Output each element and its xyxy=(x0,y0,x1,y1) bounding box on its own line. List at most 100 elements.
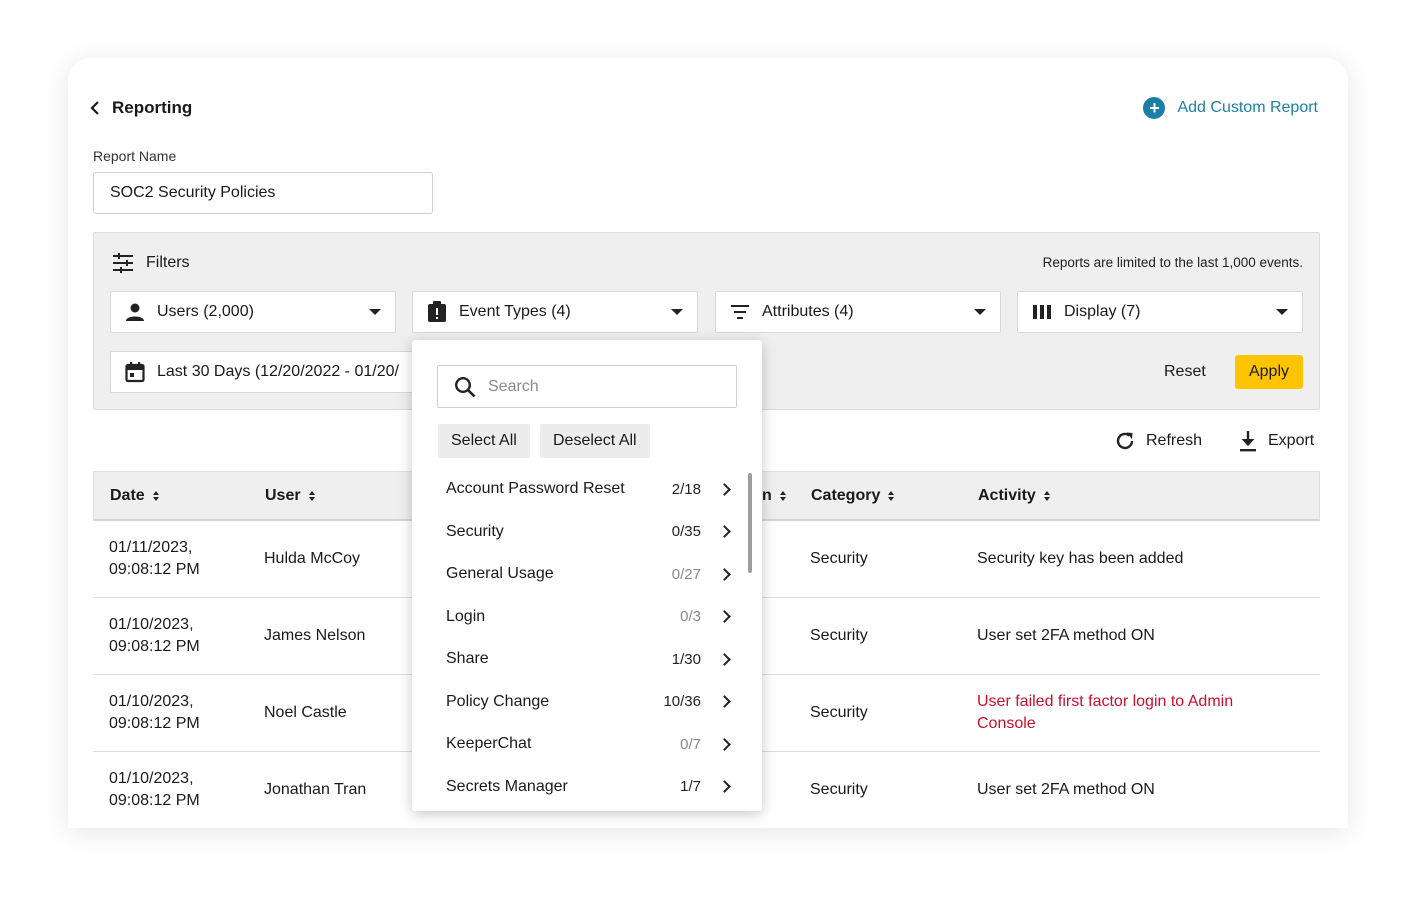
sort-icon xyxy=(888,491,895,501)
event-search-input[interactable] xyxy=(488,377,708,396)
event-type-label: Login xyxy=(446,607,486,625)
event-type-item[interactable]: Policy Change 10/36 xyxy=(412,681,762,724)
event-type-count: 1/7 xyxy=(680,778,701,796)
chevron-right-icon xyxy=(718,737,731,751)
export-button[interactable]: Export xyxy=(1238,428,1314,454)
event-type-label: Account Password Reset xyxy=(446,480,625,498)
event-type-count: 0/35 xyxy=(671,523,701,541)
cell-date: 01/10/2023, 09:08:12 PM xyxy=(109,693,200,732)
event-type-item[interactable]: Security 0/35 xyxy=(412,511,762,554)
popup-scrollbar[interactable] xyxy=(748,473,752,573)
column-header-date-label: Date xyxy=(110,487,145,504)
event-type-label: KeeperChat xyxy=(446,735,532,753)
column-header-category[interactable]: Category xyxy=(811,472,895,520)
column-header-date[interactable]: Date xyxy=(110,472,159,520)
apply-button[interactable]: Apply xyxy=(1235,355,1303,389)
refresh-button[interactable]: Refresh xyxy=(1114,428,1202,454)
event-types-dropdown-label: Event Types (4) xyxy=(459,303,571,320)
filters-header: Filters xyxy=(112,251,190,275)
event-type-count: 0/3 xyxy=(680,608,701,626)
chevron-right-icon xyxy=(718,482,731,496)
deselect-all-button[interactable]: Deselect All xyxy=(540,424,650,458)
clipboard-alert-icon xyxy=(428,301,446,322)
chevron-right-icon xyxy=(718,610,731,624)
cell-date: 01/10/2023, 09:08:12 PM xyxy=(109,616,200,655)
column-header-hidden-label: n xyxy=(762,487,772,504)
sort-icon xyxy=(1043,491,1050,501)
display-dropdown-label: Display (7) xyxy=(1064,303,1141,320)
filters-title: Filters xyxy=(146,254,190,271)
limit-note: Reports are limited to the last 1,000 ev… xyxy=(1042,255,1303,270)
event-type-item[interactable]: Login 0/3 xyxy=(412,596,762,639)
report-name-input[interactable] xyxy=(93,172,433,214)
cell-category: Security xyxy=(810,627,868,644)
column-header-hidden[interactable]: n xyxy=(762,472,786,520)
users-dropdown[interactable]: Users (2,000) xyxy=(110,291,396,333)
download-icon xyxy=(1240,431,1256,452)
caret-down-icon xyxy=(974,309,986,315)
attributes-dropdown[interactable]: Attributes (4) xyxy=(715,291,1001,333)
column-header-activity[interactable]: Activity xyxy=(978,472,1050,520)
cell-activity-alert: User failed first factor login to Admin … xyxy=(977,693,1234,732)
event-type-item[interactable]: Account Password Reset 2/18 xyxy=(412,468,762,511)
cell-category: Security xyxy=(810,704,868,721)
date-range-label: Last 30 Days (12/20/2022 - 01/20/ xyxy=(157,363,399,380)
caret-down-icon xyxy=(369,309,381,315)
event-type-item[interactable]: Share 1/30 xyxy=(412,638,762,681)
cell-activity: Security key has been added xyxy=(977,550,1184,567)
refresh-label: Refresh xyxy=(1146,432,1203,449)
chevron-right-icon xyxy=(718,525,731,539)
chevron-left-icon xyxy=(90,101,99,115)
event-type-label: Policy Change xyxy=(446,692,550,710)
sort-icon xyxy=(152,491,159,501)
caret-down-icon xyxy=(671,309,683,315)
refresh-icon xyxy=(1116,432,1134,450)
page-title: Reporting xyxy=(112,98,193,117)
back-to-reporting[interactable]: Reporting xyxy=(90,94,192,122)
caret-down-icon xyxy=(1276,309,1288,315)
cell-category: Security xyxy=(810,550,868,567)
cell-user: Jonathan Tran xyxy=(264,781,367,798)
cell-user: Hulda McCoy xyxy=(264,550,361,567)
add-custom-report-button[interactable]: + Add Custom Report xyxy=(1143,94,1318,122)
column-header-category-label: Category xyxy=(811,487,881,504)
event-types-dropdown[interactable]: Event Types (4) xyxy=(412,291,698,333)
cell-category: Security xyxy=(810,781,868,798)
user-icon xyxy=(126,303,144,321)
attributes-dropdown-label: Attributes (4) xyxy=(762,303,854,320)
add-custom-report-label: Add Custom Report xyxy=(1177,99,1318,116)
column-header-user-label: User xyxy=(265,487,301,504)
select-all-button[interactable]: Select All xyxy=(438,424,530,458)
export-label: Export xyxy=(1268,432,1315,449)
sort-icon xyxy=(308,491,315,501)
event-type-item[interactable]: Secrets Manager 1/7 xyxy=(412,766,762,809)
filter-lines-icon xyxy=(731,305,749,319)
search-icon xyxy=(454,376,476,397)
cell-date: 01/10/2023, 09:08:12 PM xyxy=(109,770,200,809)
columns-icon xyxy=(1033,305,1051,319)
cell-user: James Nelson xyxy=(264,627,366,644)
chevron-right-icon xyxy=(718,567,731,581)
event-type-count: 1/30 xyxy=(671,650,701,668)
display-dropdown[interactable]: Display (7) xyxy=(1017,291,1303,333)
event-type-label: Share xyxy=(446,650,489,668)
event-search-box[interactable] xyxy=(437,365,737,408)
chevron-right-icon xyxy=(718,780,731,794)
event-type-item[interactable]: General Usage 0/27 xyxy=(412,553,762,596)
event-type-count: 0/27 xyxy=(671,565,701,583)
reset-button[interactable]: Reset xyxy=(1152,355,1218,389)
users-dropdown-label: Users (2,000) xyxy=(157,303,254,320)
plus-circle-icon: + xyxy=(1143,97,1166,119)
calendar-icon xyxy=(125,362,145,383)
event-type-count: 0/7 xyxy=(680,735,701,753)
event-type-item[interactable]: KeeperChat 0/7 xyxy=(412,723,762,766)
event-type-count: 10/36 xyxy=(663,693,701,711)
event-types-popup: Select All Deselect All Account Password… xyxy=(412,340,762,811)
column-header-user[interactable]: User xyxy=(265,472,315,520)
cell-activity: User set 2FA method ON xyxy=(977,627,1155,644)
event-type-label: Secrets Manager xyxy=(446,777,568,795)
event-type-list: Account Password Reset 2/18 Security 0/3… xyxy=(412,468,762,808)
event-type-count: 2/18 xyxy=(671,480,701,498)
cell-activity: User set 2FA method ON xyxy=(977,781,1155,798)
sort-icon xyxy=(779,491,786,501)
